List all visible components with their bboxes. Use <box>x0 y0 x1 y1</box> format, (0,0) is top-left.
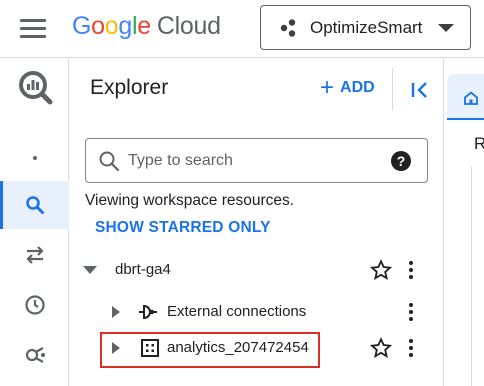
external-connection-icon <box>139 304 157 320</box>
add-button-label: ADD <box>340 79 375 96</box>
more-vert-icon[interactable] <box>406 301 416 323</box>
collapse-panel-button[interactable] <box>408 78 432 102</box>
show-starred-only-link[interactable]: SHOW STARRED ONLY <box>95 219 271 237</box>
chevron-down-icon <box>438 24 454 32</box>
editor-heading-fragment: R <box>474 134 484 153</box>
add-button[interactable]: + ADD <box>320 74 375 101</box>
rail-item-transfers[interactable] <box>0 231 69 279</box>
transfer-arrows-icon <box>25 246 44 264</box>
right-panel: R <box>445 58 484 386</box>
tree-row-project[interactable]: dbrt-ga4 <box>70 252 443 288</box>
plus-icon: + <box>320 74 335 101</box>
logo-letter: e <box>137 12 151 40</box>
more-vert-icon[interactable] <box>406 337 416 359</box>
rail-item-analytics-hub[interactable] <box>0 331 69 379</box>
explorer-title: Explorer <box>90 76 169 99</box>
project-name: OptimizeSmart <box>310 17 423 37</box>
bigquery-icon <box>18 71 52 105</box>
rail-more-dot[interactable] <box>0 134 69 182</box>
header-divider <box>392 68 393 110</box>
tree-row-external-connections[interactable]: External connections <box>70 294 443 330</box>
logo-product-name: Cloud <box>156 12 221 40</box>
expand-right-icon[interactable] <box>108 304 124 320</box>
logo-letter: g <box>118 12 132 40</box>
top-bar: Google Cloud OptimizeSmart <box>0 0 484 58</box>
more-dot-icon <box>32 156 37 160</box>
tab-home[interactable] <box>447 74 484 120</box>
explorer-search-field[interactable]: ? <box>85 138 428 183</box>
more-vert-icon[interactable] <box>406 259 416 281</box>
viewing-resources-text: Viewing workspace resources. <box>85 192 295 209</box>
google-cloud-logo[interactable]: Google Cloud <box>72 12 221 41</box>
project-hexagon-icon <box>280 18 296 37</box>
project-picker[interactable]: OptimizeSmart <box>260 5 471 50</box>
expand-down-icon[interactable] <box>83 262 99 278</box>
home-icon <box>464 91 478 105</box>
explorer-panel: Explorer + ADD ? Viewing workspace resou… <box>70 58 444 386</box>
logo-letter: o <box>104 12 119 40</box>
panel-divider <box>471 166 484 386</box>
logo-letter: o <box>91 12 105 40</box>
search-icon <box>99 151 120 171</box>
help-icon[interactable]: ? <box>391 151 411 171</box>
rail-item-explorer[interactable] <box>0 181 69 229</box>
left-navigation-rail <box>0 58 69 386</box>
rail-item-history[interactable] <box>0 281 69 329</box>
bigquery-logo-icon[interactable] <box>0 58 69 116</box>
analytics-hub-icon <box>25 347 45 363</box>
project-label: dbrt-ga4 <box>115 261 171 278</box>
star-icon[interactable] <box>370 259 392 281</box>
search-input[interactable] <box>128 151 368 170</box>
external-connections-label: External connections <box>167 303 307 320</box>
collapse-left-icon <box>411 82 427 98</box>
highlight-annotation-box <box>100 332 320 368</box>
history-clock-icon <box>24 295 45 315</box>
hamburger-menu-icon[interactable] <box>20 19 46 39</box>
star-icon[interactable] <box>370 337 392 359</box>
logo-letter: G <box>72 12 92 40</box>
search-icon <box>25 196 44 214</box>
